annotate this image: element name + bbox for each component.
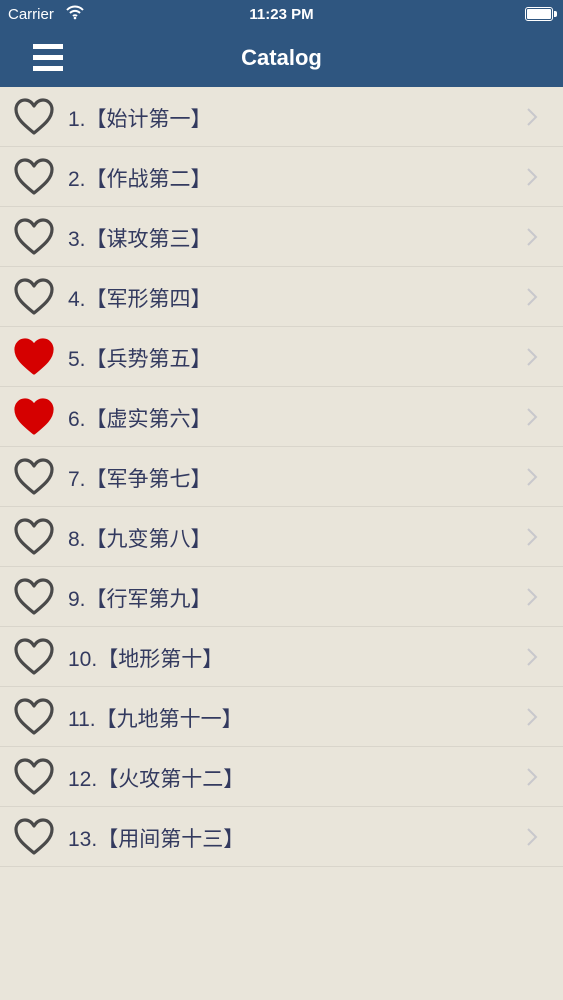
chevron-right-icon <box>527 528 538 546</box>
chevron-right-icon <box>527 768 538 786</box>
list-item[interactable]: 13.【用间第十三】 <box>0 807 563 867</box>
heart-outline-icon[interactable] <box>13 697 55 737</box>
battery-icon <box>525 7 557 21</box>
list-item-label: 12.【火攻第十二】 <box>68 768 245 791</box>
list-item[interactable]: 5.【兵势第五】 <box>0 327 563 387</box>
list-item-label: 8.【九变第八】 <box>68 528 212 551</box>
list-item-label: 9.【行军第九】 <box>68 588 212 611</box>
list-item[interactable]: 8.【九变第八】 <box>0 507 563 567</box>
chevron-right-icon <box>527 168 538 186</box>
chevron-right-icon <box>527 468 538 486</box>
heart-outline-icon[interactable] <box>13 817 55 857</box>
chevron-right-icon <box>527 588 538 606</box>
list-item[interactable]: 3.【谋攻第三】 <box>0 207 563 267</box>
list-item-label: 1.【始计第一】 <box>68 108 212 131</box>
list-item[interactable]: 4.【军形第四】 <box>0 267 563 327</box>
list-item[interactable]: 12.【火攻第十二】 <box>0 747 563 807</box>
list-item-label: 13.【用间第十三】 <box>68 828 245 851</box>
page-title: Catalog <box>241 45 322 70</box>
nav-bar: Catalog <box>0 30 563 87</box>
heart-outline-icon[interactable] <box>13 637 55 677</box>
heart-outline-icon[interactable] <box>13 577 55 617</box>
heart-outline-icon[interactable] <box>13 457 55 497</box>
heart-outline-icon[interactable] <box>13 97 55 137</box>
status-bar: Carrier 11:23 PM <box>0 0 563 30</box>
heart-outline-icon[interactable] <box>13 157 55 197</box>
heart-outline-icon[interactable] <box>13 517 55 557</box>
list-item-label: 11.【九地第十一】 <box>68 708 243 731</box>
heart-outline-icon[interactable] <box>13 757 55 797</box>
list-item[interactable]: 7.【军争第七】 <box>0 447 563 507</box>
list-item-label: 7.【军争第七】 <box>68 468 212 491</box>
list-item-label: 6.【虚实第六】 <box>68 408 212 431</box>
chevron-right-icon <box>527 348 538 366</box>
status-time: 11:23 PM <box>249 6 314 23</box>
list-item[interactable]: 10.【地形第十】 <box>0 627 563 687</box>
list-item-label: 10.【地形第十】 <box>68 648 224 671</box>
chevron-right-icon <box>527 228 538 246</box>
list-item-label: 5.【兵势第五】 <box>68 348 212 371</box>
list-item-label: 2.【作战第二】 <box>68 168 212 191</box>
chevron-right-icon <box>527 708 538 726</box>
heart-outline-icon[interactable] <box>13 277 55 317</box>
chevron-right-icon <box>527 408 538 426</box>
list-item[interactable]: 11.【九地第十一】 <box>0 687 563 747</box>
chevron-right-icon <box>527 108 538 126</box>
chevron-right-icon <box>527 648 538 666</box>
heart-filled-icon[interactable] <box>13 397 55 437</box>
list-item-label: 3.【谋攻第三】 <box>68 228 212 251</box>
list-item[interactable]: 1.【始计第一】 <box>0 87 563 147</box>
list-item[interactable]: 6.【虚实第六】 <box>0 387 563 447</box>
heart-outline-icon[interactable] <box>13 217 55 257</box>
list-item-label: 4.【军形第四】 <box>68 288 212 311</box>
chevron-right-icon <box>527 828 538 846</box>
heart-filled-icon[interactable] <box>13 337 55 377</box>
chevron-right-icon <box>527 288 538 306</box>
catalog-list: 1.【始计第一】 2.【作战第二】 3.【谋攻第三】 4.【军形第四】 5.【兵势第五】… <box>0 87 563 867</box>
list-item[interactable]: 2.【作战第二】 <box>0 147 563 207</box>
list-item[interactable]: 9.【行军第九】 <box>0 567 563 627</box>
